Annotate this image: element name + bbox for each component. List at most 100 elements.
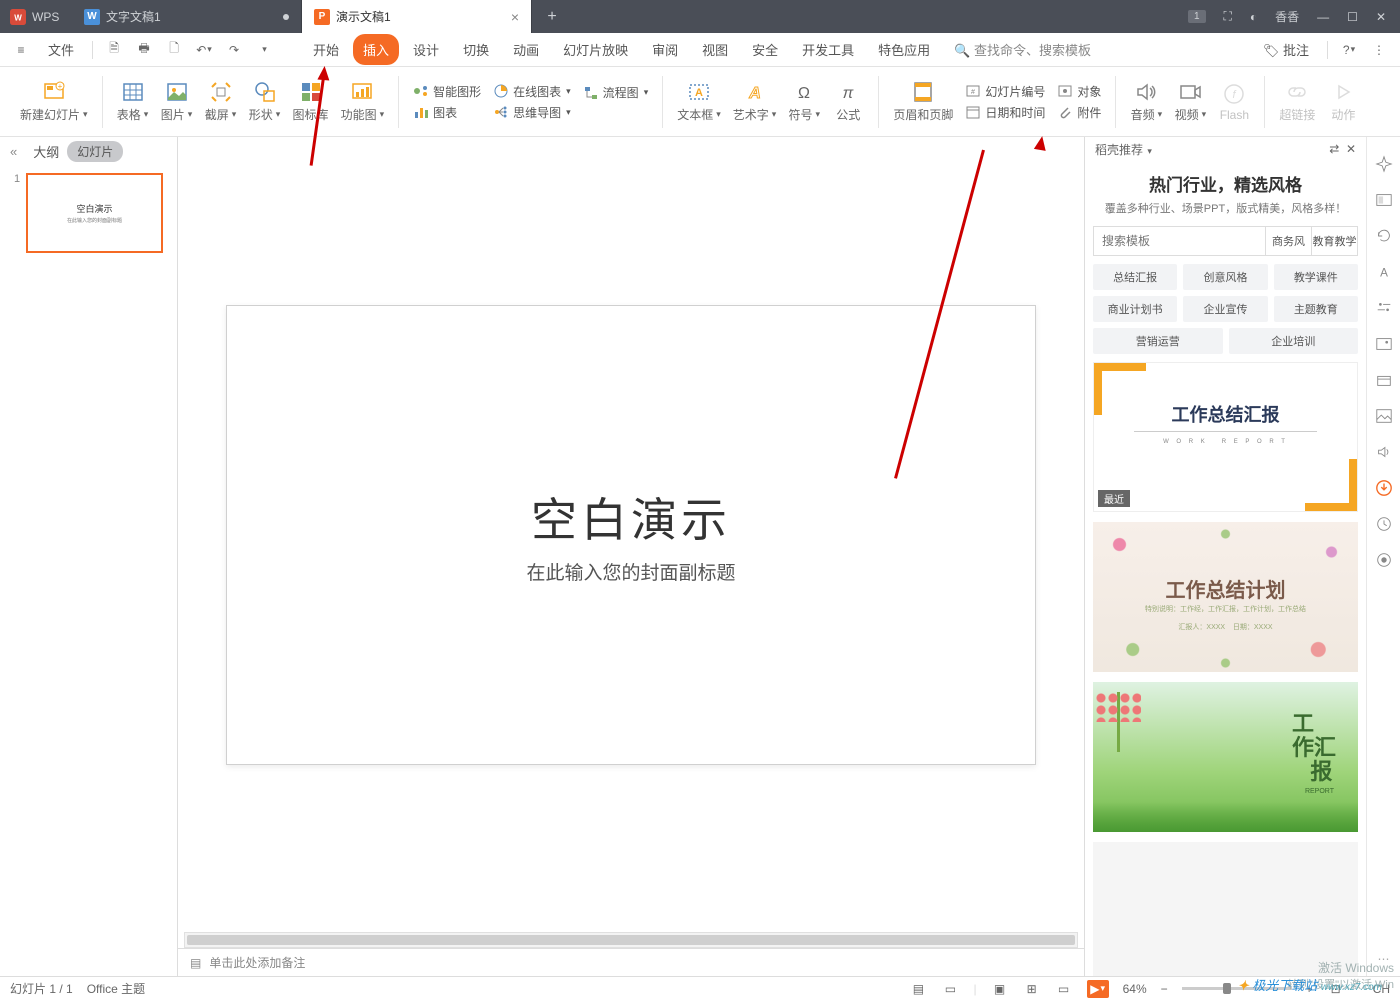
header-footer-button[interactable]: 页眉和页脚 <box>887 78 959 125</box>
chart-button[interactable]: 图表 <box>411 103 483 122</box>
audio-button[interactable]: 音频▾ <box>1124 78 1168 125</box>
menu-security[interactable]: 安全 <box>742 34 788 65</box>
close-tab-icon[interactable]: × <box>511 9 519 25</box>
search-commands[interactable]: 🔍 查找命令、搜索模板 <box>944 34 1101 65</box>
rail-sparkle-icon[interactable] <box>1375 155 1393 173</box>
horizontal-scrollbar[interactable] <box>184 932 1078 948</box>
smartart-button[interactable]: 智能图形 <box>411 82 483 101</box>
wordart-button[interactable]: A艺术字▾ <box>727 78 783 125</box>
table-button[interactable]: 表格▾ <box>111 78 155 125</box>
menu-review[interactable]: 审阅 <box>642 34 688 65</box>
normal-view-icon[interactable]: ▣ <box>991 980 1009 998</box>
menu-design[interactable]: 设计 <box>403 34 449 65</box>
undo-icon[interactable]: ↶▾ <box>191 37 217 63</box>
attachment-button[interactable]: 附件 <box>1055 103 1103 122</box>
func-chart-button[interactable]: 功能图▾ <box>335 78 391 125</box>
redo-icon[interactable]: ↷ <box>221 37 247 63</box>
tab-doc-1[interactable]: W 文字文稿1 <box>72 0 302 33</box>
rail-picture-icon[interactable] <box>1375 407 1393 425</box>
shape-button[interactable]: 形状▾ <box>243 78 287 125</box>
chip[interactable]: 商业计划书 <box>1093 296 1177 322</box>
collapse-panel-icon[interactable]: « <box>10 144 17 159</box>
sorter-view-icon[interactable]: ⊞ <box>1023 980 1041 998</box>
chip[interactable]: 营销运营 <box>1093 328 1223 354</box>
close-window-icon[interactable]: ✕ <box>1376 10 1386 24</box>
zoom-out-icon[interactable]: − <box>1161 982 1168 996</box>
comments-toggle-icon[interactable]: ▭ <box>941 980 959 998</box>
zoom-value[interactable]: 64% <box>1123 982 1147 996</box>
menu-special[interactable]: 特色应用 <box>868 34 940 65</box>
chip[interactable]: 创意风格 <box>1183 264 1267 290</box>
notification-badge[interactable]: 1 <box>1188 10 1206 23</box>
tab-presentation-1[interactable]: P 演示文稿1 × <box>302 0 532 33</box>
menu-dev[interactable]: 开发工具 <box>792 34 864 65</box>
video-button[interactable]: 视频▾ <box>1168 78 1212 125</box>
rail-audio-icon[interactable] <box>1375 443 1393 461</box>
minimize-icon[interactable]: — <box>1317 10 1329 24</box>
slides-tab[interactable]: 幻灯片 <box>67 141 123 162</box>
template-card-4[interactable] <box>1093 842 1358 976</box>
new-slide-button[interactable]: + 新建幻灯片▾ <box>14 78 94 125</box>
chip[interactable]: 主题教育 <box>1274 296 1358 322</box>
print-preview-icon[interactable]: 🗋 <box>161 37 187 63</box>
flowchart-button[interactable]: 流程图▾ <box>581 83 651 102</box>
template-card-3[interactable]: 工作汇 报 REPORT <box>1093 682 1358 832</box>
picture-button[interactable]: 图片▾ <box>155 78 199 125</box>
hamburger-icon[interactable]: ≡ <box>8 37 34 63</box>
filter-education[interactable]: 教育教学 <box>1312 226 1358 256</box>
screenshot-button[interactable]: 截屏▾ <box>199 78 243 125</box>
icon-lib-button[interactable]: 图标库 <box>287 78 335 125</box>
formula-button[interactable]: π公式 <box>826 78 870 125</box>
save-icon[interactable]: 🗎 <box>101 37 127 63</box>
menu-view[interactable]: 视图 <box>692 34 738 65</box>
rail-target-icon[interactable] <box>1375 551 1393 569</box>
collapse-ribbon-icon[interactable]: ⋮ <box>1366 37 1392 63</box>
filter-business[interactable]: 商务风 <box>1266 226 1312 256</box>
rail-layout-icon[interactable] <box>1375 191 1393 209</box>
chip[interactable]: 企业培训 <box>1229 328 1359 354</box>
help-icon[interactable]: ?▾ <box>1336 37 1362 63</box>
rail-refresh-icon[interactable] <box>1375 227 1393 245</box>
chip[interactable]: 教学课件 <box>1274 264 1358 290</box>
menu-start[interactable]: 开始 <box>303 34 349 65</box>
slideshow-button[interactable]: ▶▾ <box>1087 980 1109 998</box>
rail-history-icon[interactable] <box>1375 515 1393 533</box>
menu-file[interactable]: 文件 <box>38 34 84 65</box>
maximize-icon[interactable]: ☐ <box>1347 10 1358 24</box>
apps-icon[interactable]: ⛶ <box>1224 9 1232 24</box>
user-avatar-icon[interactable]: ◐ <box>1250 10 1257 24</box>
slide-number-button[interactable]: #幻灯片编号 <box>963 82 1047 101</box>
object-button[interactable]: 对象 <box>1055 82 1103 101</box>
datetime-button[interactable]: 日期和时间 <box>963 103 1047 122</box>
template-card-2[interactable]: 工作总结计划 特别说明：工作经，工作汇报，工作计划，工作总结 汇报人：XXXX … <box>1093 522 1358 672</box>
menu-transition[interactable]: 切换 <box>453 34 499 65</box>
textbox-button[interactable]: A文本框▾ <box>671 78 727 125</box>
online-chart-button[interactable]: 在线图表▾ <box>491 82 573 101</box>
chip[interactable]: 企业宣传 <box>1183 296 1267 322</box>
menu-slideshow[interactable]: 幻灯片放映 <box>553 34 638 65</box>
panel-settings-icon[interactable]: ⇄ <box>1329 142 1339 156</box>
slide-title[interactable]: 空白演示 <box>531 484 731 550</box>
outline-tab[interactable]: 大纲 <box>33 142 59 161</box>
mindmap-button[interactable]: 思维导图▾ <box>491 103 573 122</box>
template-card-1[interactable]: 工作总结汇报 W O R K R E P O R T 最近 <box>1093 362 1358 512</box>
menu-insert[interactable]: 插入 <box>353 34 399 65</box>
menu-animation[interactable]: 动画 <box>503 34 549 65</box>
rail-text-icon[interactable]: A <box>1375 263 1393 281</box>
slide-subtitle[interactable]: 在此输入您的封面副标题 <box>526 558 735 585</box>
slide[interactable]: 空白演示 在此输入您的封面副标题 <box>226 305 1036 765</box>
slide-thumbnail-1[interactable]: 1 空白演示 在此输入您的封面副标题 <box>14 173 163 253</box>
print-icon[interactable]: 🖶 <box>131 37 157 63</box>
symbol-button[interactable]: Ω符号▾ <box>782 78 826 125</box>
chip[interactable]: 总结汇报 <box>1093 264 1177 290</box>
notes-pane[interactable]: ▤ 单击此处添加备注 <box>178 948 1084 976</box>
annotation-button[interactable]: 🏷 批注 <box>1253 34 1319 65</box>
qat-dropdown-icon[interactable]: ▾ <box>251 37 277 63</box>
add-tab-button[interactable]: + <box>532 0 572 33</box>
search-input[interactable] <box>1093 226 1266 256</box>
rail-archive-icon[interactable] <box>1375 371 1393 389</box>
rail-settings-icon[interactable] <box>1375 299 1393 317</box>
notes-toggle-icon[interactable]: ▤ <box>909 980 927 998</box>
panel-close-icon[interactable]: ✕ <box>1346 142 1356 156</box>
rail-download-icon[interactable] <box>1375 479 1393 497</box>
